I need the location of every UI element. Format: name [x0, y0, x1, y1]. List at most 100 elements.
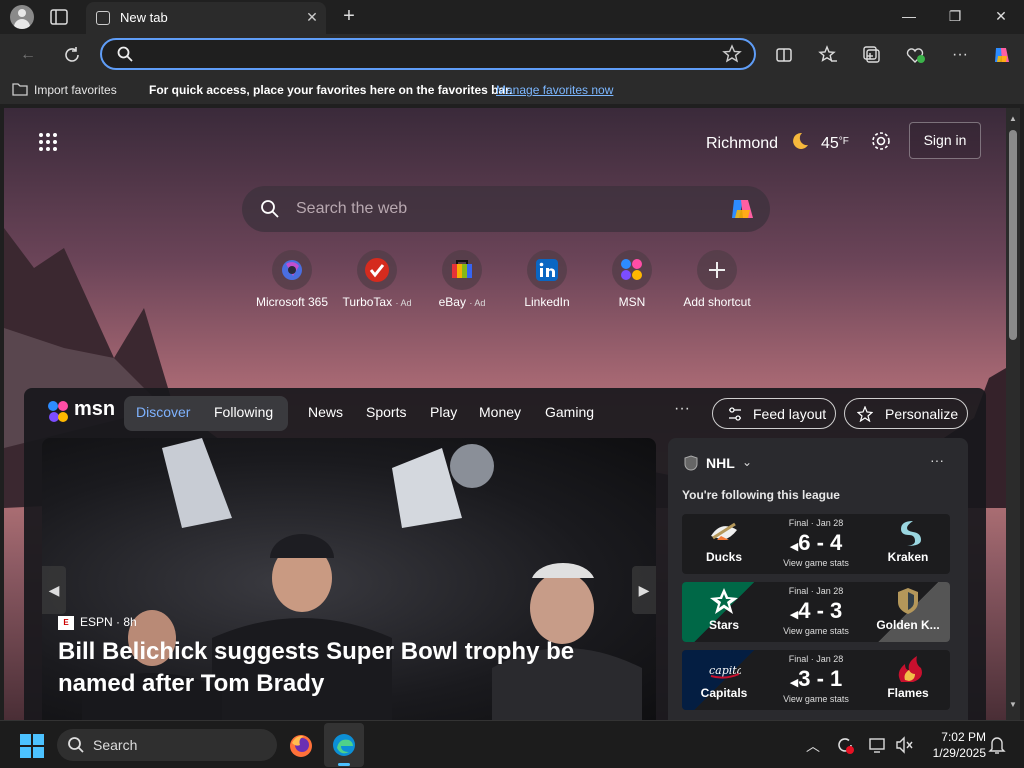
score-value: 3 - 1	[798, 666, 843, 691]
page-scrollbar[interactable]: ▲ ▼	[1006, 108, 1020, 720]
favorites-icon[interactable]	[816, 43, 840, 67]
weather-unit: °F	[838, 136, 849, 147]
shortcut-label: Add shortcut	[683, 295, 751, 309]
network-icon[interactable]	[868, 735, 888, 760]
pill-discover[interactable]: Discover	[136, 404, 190, 420]
nav-sports[interactable]: Sports	[366, 404, 406, 420]
clock-time: 7:02 PM	[941, 730, 986, 744]
view-game-stats-link[interactable]: View game stats	[766, 626, 866, 636]
taskbar-search-box[interactable]: Search	[57, 729, 277, 761]
shortcut-add[interactable]: Add shortcut	[675, 250, 759, 309]
import-favorites-button[interactable]: Import favorites	[12, 82, 117, 99]
sign-in-button[interactable]: Sign in	[909, 122, 981, 159]
copilot-icon[interactable]	[990, 43, 1014, 67]
profile-avatar[interactable]	[10, 5, 34, 29]
view-game-stats-link[interactable]: View game stats	[766, 694, 866, 704]
game-card[interactable]: Stars Final · Jan 28 ◀4 - 3 View game st…	[682, 582, 950, 642]
browser-essentials-icon[interactable]	[904, 43, 928, 67]
game-score: ◀3 - 1	[766, 666, 866, 692]
game-card[interactable]: Ducks Final · Jan 28 ◀6 - 4 View game st…	[682, 514, 950, 574]
back-icon[interactable]: ←	[16, 43, 40, 67]
news-feed-panel: msn Discover Following News Sports Play …	[24, 388, 986, 720]
search-icon	[68, 737, 84, 753]
address-bar[interactable]	[100, 38, 756, 70]
manage-favorites-link[interactable]: Manage favorites now	[496, 83, 613, 97]
shortcut-turbotax[interactable]: TurboTax · Ad	[335, 250, 419, 309]
feed-more-icon[interactable]: ···	[674, 400, 690, 418]
maximize-icon[interactable]: ❐	[943, 6, 967, 26]
search-icon	[260, 199, 280, 219]
new-tab-page: Richmond 45°F Sign in Microsoft 365 Turb…	[4, 108, 1006, 720]
nhl-title[interactable]: NHL	[706, 455, 735, 471]
chevron-down-icon[interactable]: ⌄	[742, 455, 752, 469]
update-icon[interactable]	[835, 735, 855, 760]
web-search-input[interactable]	[296, 199, 716, 219]
web-search-box[interactable]	[242, 186, 770, 232]
favorite-star-icon[interactable]	[722, 44, 742, 69]
kraken-logo-icon	[891, 518, 925, 548]
more-menu-icon[interactable]: ···	[948, 43, 972, 67]
home-team: Capitals	[700, 686, 748, 700]
nav-play[interactable]: Play	[430, 404, 457, 420]
personalize-button[interactable]: Personalize	[844, 398, 968, 429]
edge-taskbar-button[interactable]	[324, 723, 364, 767]
clock[interactable]: 7:02 PM 1/29/2025	[926, 729, 986, 761]
nav-money[interactable]: Money	[479, 404, 521, 420]
winner-arrow-icon: ◀	[789, 541, 799, 553]
hero-next-arrow-icon[interactable]: ▶	[632, 566, 656, 614]
score-value: 6 - 4	[798, 530, 843, 555]
import-favorites-label: Import favorites	[34, 83, 117, 97]
scroll-down-icon[interactable]: ▼	[1009, 700, 1017, 709]
chevron-up-icon[interactable]: ︿	[806, 736, 820, 756]
away-team: Golden K...	[876, 618, 940, 632]
weather-widget[interactable]: Richmond 45°F	[706, 131, 849, 153]
shortcut-label: TurboTax	[342, 295, 393, 309]
collections-icon[interactable]	[860, 43, 884, 67]
tab-actions-icon[interactable]	[48, 7, 70, 27]
windows-start-icon[interactable]	[20, 734, 44, 758]
browser-toolbar: ← ···	[0, 34, 1024, 76]
nhl-following-subtitle: You're following this league	[682, 488, 840, 502]
window-close-icon[interactable]: ✕	[989, 6, 1013, 26]
settings-gear-icon[interactable]	[870, 130, 892, 152]
shortcut-label: LinkedIn	[524, 295, 570, 309]
feed-layout-button[interactable]: Feed layout	[712, 398, 836, 429]
address-input[interactable]	[142, 44, 702, 64]
shortcut-linkedin[interactable]: LinkedIn	[505, 250, 589, 309]
firefox-icon[interactable]	[288, 733, 314, 764]
shortcut-microsoft-365[interactable]: Microsoft 365	[250, 250, 334, 309]
home-team: Ducks	[705, 550, 743, 564]
refresh-icon[interactable]	[60, 43, 84, 67]
shortcut-msn[interactable]: MSN	[590, 250, 674, 309]
flames-logo-icon	[891, 654, 925, 684]
split-screen-icon[interactable]	[772, 43, 796, 67]
pill-following[interactable]: Following	[214, 404, 273, 420]
copilot-icon[interactable]	[728, 196, 758, 222]
new-tab-plus-icon[interactable]: +	[338, 5, 360, 27]
hero-story-card[interactable]: ◀ ▶ E ESPN · 8h Bill Belichick suggests S…	[42, 438, 656, 720]
feed-mode-pills: Discover Following	[124, 396, 288, 431]
nav-gaming[interactable]: Gaming	[545, 404, 594, 420]
personalize-label: Personalize	[885, 406, 959, 422]
game-card[interactable]: capitals Capitals Final · Jan 28 ◀3 - 1 …	[682, 650, 950, 710]
shortcut-ebay[interactable]: eBay · Ad	[420, 250, 504, 309]
view-game-stats-link[interactable]: View game stats	[766, 558, 866, 568]
msn-logo[interactable]: msn	[46, 398, 116, 424]
hero-headline[interactable]: Bill Belichick suggests Super Bowl troph…	[58, 636, 648, 700]
nav-news[interactable]: News	[308, 404, 343, 420]
hero-age: · 8h	[116, 615, 137, 629]
tab-new-tab[interactable]: New tab ✕	[86, 2, 326, 34]
apps-grid-icon[interactable]	[38, 132, 58, 152]
winner-arrow-icon: ◀	[789, 677, 799, 689]
game-score: ◀6 - 4	[766, 530, 866, 556]
close-tab-icon[interactable]: ✕	[302, 7, 322, 27]
nhl-more-icon[interactable]: ···	[930, 452, 944, 468]
new-tab-favicon-icon	[96, 11, 110, 25]
scroll-up-icon[interactable]: ▲	[1009, 114, 1017, 123]
notification-bell-icon[interactable]	[988, 735, 1006, 760]
scrollbar-thumb[interactable]	[1009, 130, 1017, 340]
volume-muted-icon[interactable]	[894, 735, 914, 760]
minimize-icon[interactable]: —	[897, 6, 921, 26]
hero-prev-arrow-icon[interactable]: ◀	[42, 566, 66, 614]
home-team: Stars	[708, 618, 740, 632]
